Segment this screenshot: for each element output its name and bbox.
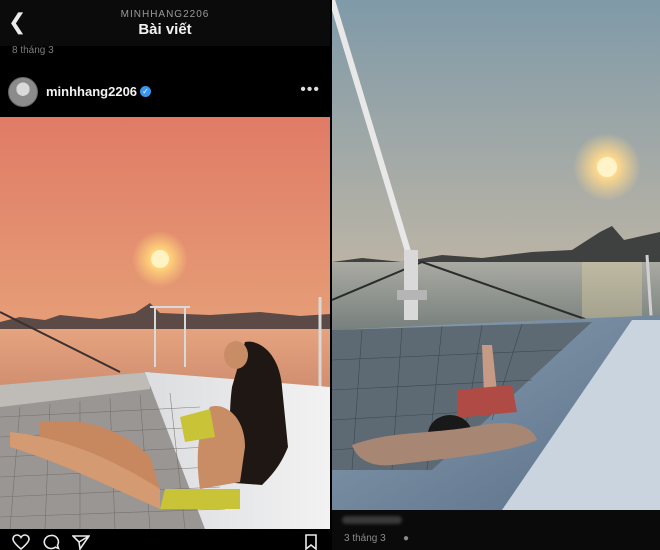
verified-badge-icon: ✓ <box>140 86 151 97</box>
post-header: ❮ MINHHANG2206 Bài viết <box>0 0 330 46</box>
post-photo[interactable] <box>0 117 330 529</box>
sunset-boat-photo <box>332 0 660 510</box>
page-title: Bài viết <box>138 21 192 38</box>
globe-icon: ● <box>403 533 410 544</box>
post-action-bar <box>0 529 330 550</box>
header-username: MINHHANG2206 <box>120 9 210 20</box>
blurred-username <box>342 516 402 524</box>
left-post-panel: ❮ MINHHANG2206 Bài viết 8 tháng 3 minhha… <box>0 0 330 550</box>
share-icon[interactable] <box>72 534 90 550</box>
post-author-row: minhhang2206 ✓ ••• <box>0 70 330 116</box>
post-date: 3 tháng 3 <box>344 533 386 544</box>
comment-icon[interactable] <box>42 534 60 550</box>
post-date: 8 tháng 3 <box>12 45 54 56</box>
bookmark-icon[interactable] <box>302 534 320 550</box>
heart-icon[interactable] <box>12 534 30 550</box>
author-username[interactable]: minhhang2206 <box>46 84 137 99</box>
post-photo[interactable] <box>332 0 660 510</box>
sunset-boat-photo <box>0 117 330 529</box>
right-post-panel: 3 tháng 3 ● <box>332 0 660 550</box>
more-options-icon[interactable]: ••• <box>300 81 320 99</box>
post-caption-bar: 3 tháng 3 ● <box>332 510 660 550</box>
avatar[interactable] <box>8 77 38 107</box>
